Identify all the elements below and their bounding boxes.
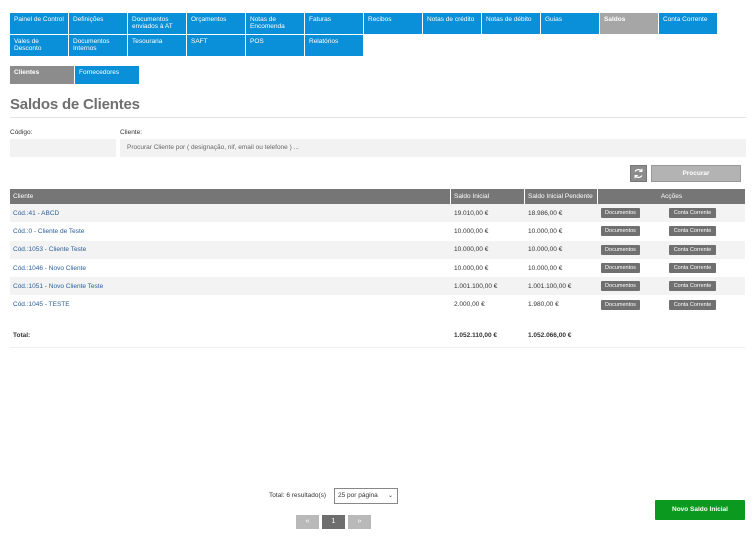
table-row: Cód.:1045 - TESTE 2.000,00 € 1.980,00 € Doc… (10, 295, 745, 313)
per-page-value: 25 por página (338, 492, 378, 499)
cell-actions: Documentos Conta Corrente (598, 244, 745, 255)
cliente-label: Cliente: (120, 129, 143, 136)
cliente-link[interactable]: Cód.:1053 - Cliente Teste (13, 246, 86, 253)
conta-corrente-button[interactable]: Conta Corrente (669, 281, 716, 292)
cliente-link[interactable]: Cód.:0 - Cliente de Teste (13, 228, 84, 235)
nav-item-12[interactable]: Vales de Desconto (10, 35, 69, 57)
cliente-link[interactable]: Cód.:41 - ABCD (13, 210, 59, 217)
documentos-button[interactable]: Documentos (601, 244, 640, 255)
nav-item-9[interactable]: Guias (541, 13, 600, 35)
documentos-button[interactable]: Documentos (601, 226, 640, 237)
refresh-button[interactable] (630, 165, 647, 182)
table-body: Cód.:41 - ABCD 19.010,00 € 18.986,00 € Docu… (10, 204, 745, 314)
chevron-down-icon: ⌄ (387, 493, 393, 499)
cell-cliente: Cód.:41 - ABCD (10, 210, 451, 217)
conta-corrente-button[interactable]: Conta Corrente (669, 226, 716, 237)
nav-item-0[interactable]: Painel de Control (10, 13, 69, 35)
nav-item-14[interactable]: Tesouraria (128, 35, 187, 57)
documentos-button[interactable]: Documentos (601, 208, 640, 219)
saldos-table: Cliente Saldo Inicial Saldo Inicial Pend… (10, 189, 745, 348)
cell-saldo-pendente: 10.000,00 € (528, 246, 563, 254)
conta-corrente-button[interactable]: Conta Corrente (669, 244, 716, 255)
cell-saldo-inicial: 19.010,00 € (454, 209, 489, 217)
header-cliente[interactable]: Cliente (10, 189, 451, 204)
total-label: Total: (13, 331, 31, 339)
cell-saldo-pendente: 18.986,00 € (528, 209, 563, 217)
conta-corrente-button[interactable]: Conta Corrente (669, 263, 716, 274)
cell-saldo-pendente: 1.980,00 € (528, 301, 559, 309)
subnav-clientes[interactable]: Clientes (10, 66, 74, 84)
documentos-button[interactable]: Documentos (601, 281, 640, 292)
cell-saldo-pendente: 10.000,00 € (528, 264, 563, 272)
total-saldo-inicial: 1.052.110,00 € (454, 331, 498, 339)
cliente-link[interactable]: Cód.:1045 - TESTE (13, 301, 70, 308)
cell-cliente: Cód.:0 - Cliente de Teste (10, 228, 451, 235)
documentos-button[interactable]: Documentos (601, 263, 640, 274)
conta-corrente-button[interactable]: Conta Corrente (669, 208, 716, 219)
nav-item-5[interactable]: Faturas (305, 13, 364, 35)
table-row: Cód.:1053 - Cliente Teste 10.000,00 € 10.0… (10, 240, 745, 259)
cell-saldo-inicial: 10.000,00 € (454, 246, 489, 254)
refresh-icon (634, 168, 643, 179)
codigo-input[interactable] (10, 139, 116, 157)
sub-nav: Clientes Fornecedores (10, 66, 140, 84)
main-nav: Painel de Control Definições Documentos en… (10, 13, 735, 57)
nav-item-3[interactable]: Orçamentos (187, 13, 246, 35)
nav-item-11[interactable]: Conta Corrente (659, 13, 718, 35)
nav-item-15[interactable]: SAFT (187, 35, 246, 57)
nav-item-2[interactable]: Documentos enviados à AT (128, 13, 187, 35)
cliente-link[interactable]: Cód.:1051 - Novo Cliente Teste (13, 283, 103, 290)
pager-prev-button[interactable]: « (296, 515, 319, 529)
cell-saldo-pendente: 10.000,00 € (528, 227, 563, 235)
cell-saldo-inicial: 10.000,00 € (454, 264, 489, 272)
nav-item-10[interactable]: Saldos (600, 13, 659, 35)
cell-actions: Documentos Conta Corrente (598, 281, 745, 292)
cell-saldo-inicial: 2.000,00 € (454, 301, 485, 309)
table-row: Cód.:0 - Cliente de Teste 10.000,00 € 10.0… (10, 222, 745, 240)
pager-page-1[interactable]: 1 (322, 515, 345, 529)
cell-cliente: Cód.:1046 - Novo Cliente (10, 265, 451, 272)
nav-item-6[interactable]: Recibos (364, 13, 423, 35)
page-title: Saldos de Clientes (10, 96, 140, 113)
table-total-row: Total: 1.052.110,00 € 1.052.066,00 € (10, 324, 745, 348)
subnav-fornecedores[interactable]: Fornecedores (75, 66, 139, 84)
nav-item-17[interactable]: Relatórios (305, 35, 364, 57)
cell-cliente: Cód.:1053 - Cliente Teste (10, 246, 451, 253)
codigo-label: Código: (10, 129, 33, 136)
table-row: Cód.:1051 - Novo Cliente Teste 1.001.100,… (10, 277, 745, 296)
table-row: Cód.:41 - ABCD 19.010,00 € 18.986,00 € Docu… (10, 204, 745, 223)
nav-item-4[interactable]: Notas de Encomenda (246, 13, 305, 35)
table-header: Cliente Saldo Inicial Saldo Inicial Pend… (10, 189, 745, 204)
new-saldo-inicial-button[interactable]: Novo Saldo Inicial (655, 500, 745, 520)
nav-item-7[interactable]: Notas de crédito (423, 13, 482, 35)
nav-item-8[interactable]: Notas de débito (482, 13, 541, 35)
total-saldo-pendente: 1.052.066,00 € (528, 331, 572, 339)
cell-actions: Documentos Conta Corrente (598, 226, 745, 237)
cell-cliente: Cód.:1045 - TESTE (10, 301, 451, 308)
nav-item-13[interactable]: Documentos Internos (69, 35, 128, 57)
cell-actions: Documentos Conta Corrente (598, 208, 745, 219)
header-saldo-pendente[interactable]: Saldo Inicial Pendente (525, 189, 598, 204)
conta-corrente-button[interactable]: Conta Corrente (669, 299, 716, 310)
nav-item-16[interactable]: POS (246, 35, 305, 57)
nav-item-1[interactable]: Definições (69, 13, 128, 35)
pager-next-button[interactable]: » (348, 515, 371, 529)
cell-actions: Documentos Conta Corrente (598, 299, 745, 310)
title-divider (10, 117, 746, 118)
cell-saldo-pendente: 1.001.100,00 € (528, 282, 572, 290)
cell-actions: Documentos Conta Corrente (598, 263, 745, 274)
search-button[interactable]: Procurar (651, 165, 741, 182)
per-page-select[interactable]: 25 por página ⌄ (334, 488, 398, 504)
cell-saldo-inicial: 10.000,00 € (454, 227, 489, 235)
cell-cliente: Cód.:1051 - Novo Cliente Teste (10, 283, 451, 290)
header-accoes: Acções (660, 193, 683, 200)
cell-saldo-inicial: 1.001.100,00 € (454, 282, 498, 290)
documentos-button[interactable]: Documentos (601, 299, 640, 310)
table-row: Cód.:1046 - Novo Cliente 10.000,00 € 10.00… (10, 259, 745, 277)
cliente-search-input[interactable]: Procurar Cliente por ( designação, nif, … (120, 139, 746, 157)
cliente-link[interactable]: Cód.:1046 - Novo Cliente (13, 265, 86, 272)
header-saldo-inicial[interactable]: Saldo Inicial (451, 189, 525, 204)
results-count: Total: 6 resultado(s) (269, 492, 327, 499)
